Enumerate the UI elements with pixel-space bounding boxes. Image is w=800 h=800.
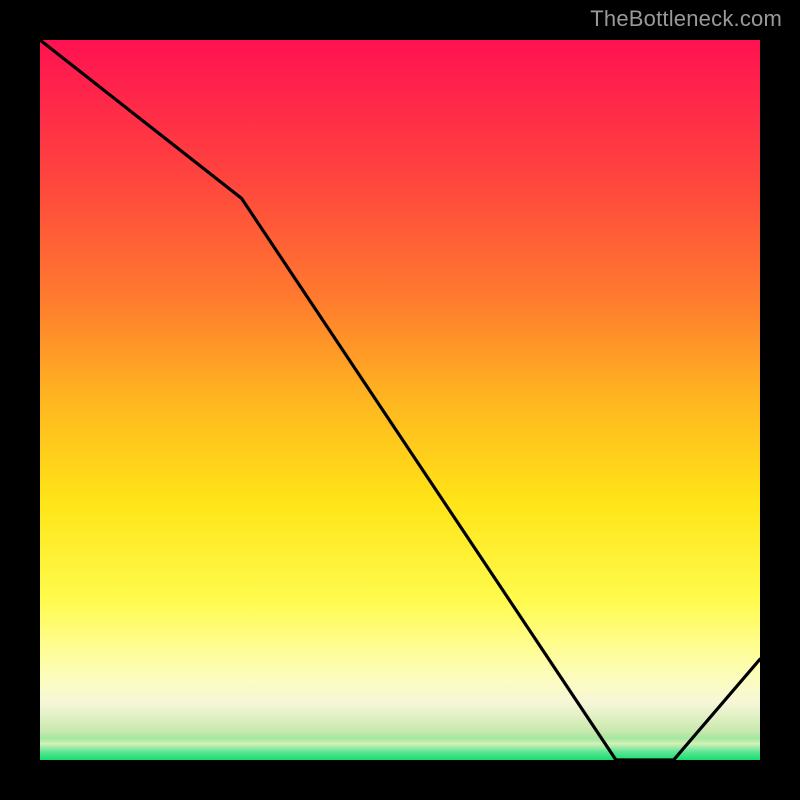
plot-area xyxy=(40,40,760,760)
optimal-band xyxy=(40,738,760,760)
curve-path xyxy=(40,40,760,760)
bottleneck-curve xyxy=(40,40,760,760)
watermark-label: TheBottleneck.com xyxy=(590,6,782,32)
chart-frame: TheBottleneck.com xyxy=(0,0,800,800)
